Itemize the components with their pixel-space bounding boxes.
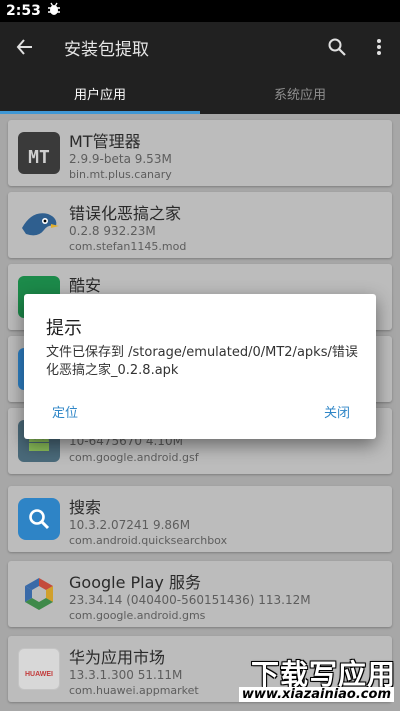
page-title: 安装包提取: [64, 39, 149, 60]
status-time: 2:53: [6, 3, 41, 19]
app-version-size: 23.34.14 (040400-560151436) 113.12M: [69, 593, 311, 607]
alert-dialog: 提示 文件已保存到 /storage/emulated/0/MT2/apks/错…: [24, 294, 376, 439]
dialog-title: 提示: [46, 318, 82, 339]
app-package: bin.mt.plus.canary: [69, 168, 172, 181]
mt-icon-text: MT: [28, 146, 50, 168]
arrow-left-icon: [16, 39, 32, 55]
app-version-size: 2.9.9-beta 9.53M: [69, 152, 172, 166]
tab-system-apps[interactable]: 系统应用: [200, 72, 400, 114]
bug-icon: [47, 2, 61, 20]
google-play-services-icon: [18, 573, 60, 615]
locate-button[interactable]: 定位: [52, 402, 78, 421]
site-watermark: 下载写应用 www.xiazainiao.com: [234, 653, 396, 707]
app-package: com.google.android.gsf: [69, 451, 199, 464]
app-package: com.stefan1145.mod: [69, 240, 187, 253]
back-button[interactable]: [0, 22, 50, 72]
search-button[interactable]: [316, 22, 358, 72]
list-item-google-play-services[interactable]: Google Play 服务 23.34.14 (040400-56015143…: [8, 561, 392, 627]
mt-manager-icon: MT: [18, 132, 60, 174]
app-bar: 安装包提取: [0, 22, 400, 72]
huawei-appgallery-icon: HUAWEI: [18, 648, 60, 690]
app-name: MT管理器: [69, 132, 141, 151]
app-version-size: 10.3.2.07241 9.86M: [69, 518, 191, 532]
close-button[interactable]: 关闭: [324, 402, 350, 421]
list-item-search[interactable]: 搜索 10.3.2.07241 9.86M com.android.quicks…: [8, 486, 392, 552]
watermark-url: www.xiazainiao.com: [238, 687, 394, 702]
app-name: Google Play 服务: [69, 573, 201, 592]
more-vertical-icon: [377, 39, 381, 55]
status-bar: 2:53: [0, 0, 400, 22]
more-options-button[interactable]: [358, 22, 400, 72]
app-name: 华为应用市场: [69, 648, 166, 667]
app-version-size: 13.3.1.300 51.11M: [69, 668, 183, 682]
app-package: com.huawei.appmarket: [69, 684, 199, 697]
search-app-icon: [18, 498, 60, 540]
tab-bar: 用户应用 系统应用: [0, 72, 400, 114]
huawei-icon-text: HUAWEI: [25, 670, 53, 678]
app-name: 搜索: [69, 498, 102, 517]
list-item-mt-manager[interactable]: MT MT管理器 2.9.9-beta 9.53M bin.mt.plus.ca…: [8, 120, 392, 186]
search-icon: [328, 38, 346, 56]
app-name: 错误化恶搞之家: [69, 204, 182, 223]
bird-icon: [18, 204, 60, 246]
app-package: com.android.quicksearchbox: [69, 534, 228, 547]
tab-user-apps[interactable]: 用户应用: [0, 72, 200, 114]
app-version-size: 0.2.8 932.23M: [69, 224, 156, 238]
dialog-message: 文件已保存到 /storage/emulated/0/MT2/apks/错误化恶…: [46, 345, 358, 378]
list-item-mod-game[interactable]: 错误化恶搞之家 0.2.8 932.23M com.stefan1145.mod: [8, 192, 392, 258]
app-name: 酷安: [69, 276, 102, 295]
app-package: com.google.android.gms: [69, 609, 206, 622]
